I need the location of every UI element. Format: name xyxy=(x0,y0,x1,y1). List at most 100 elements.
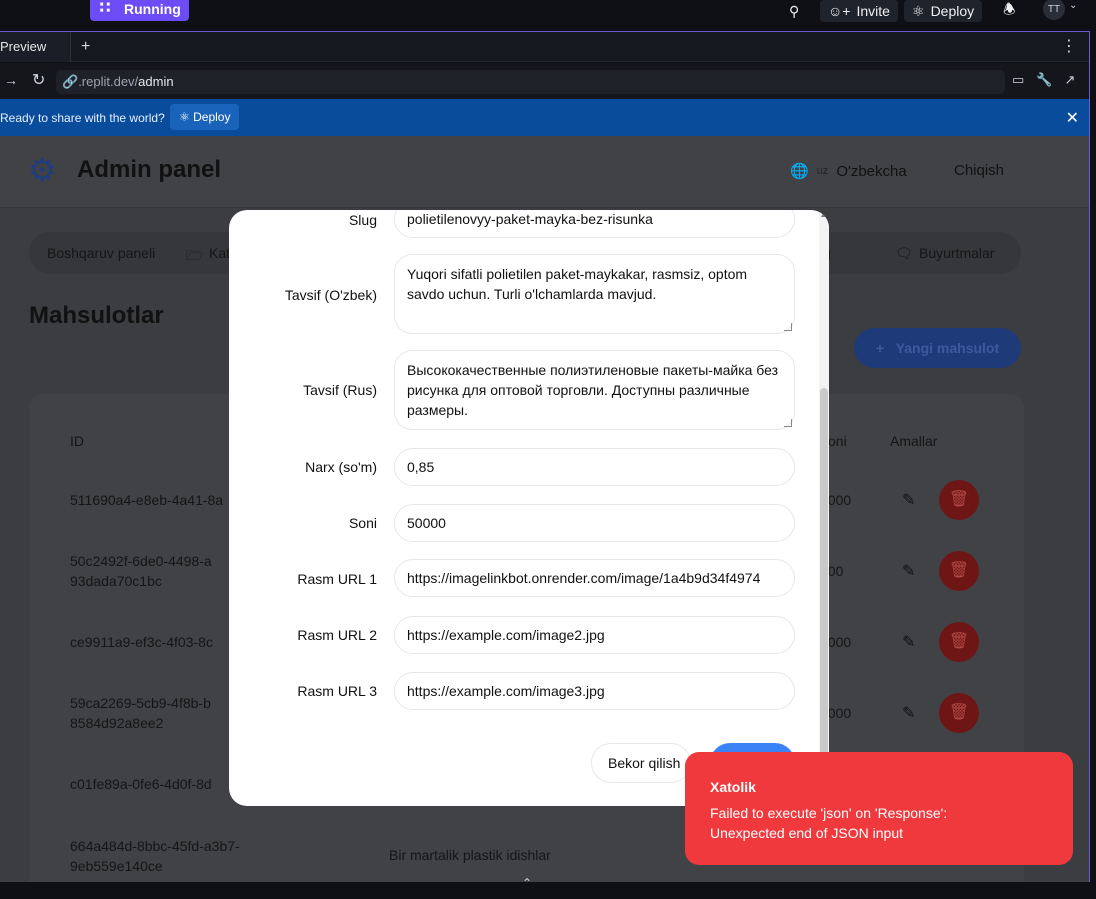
scroll-up-icon[interactable] xyxy=(821,212,827,217)
image2-label: Rasm URL 2 xyxy=(297,627,377,643)
url-input[interactable]: 🔗.replit.dev/admin xyxy=(56,70,1005,94)
image3-input[interactable]: https://example.com/image3.jpg xyxy=(394,672,795,710)
chevron-up-icon[interactable]: ⌃ xyxy=(522,876,532,890)
invite-button[interactable]: ☺+ Invite xyxy=(820,0,898,22)
table-row-name: Bir martalik plastik idishlar xyxy=(389,847,551,863)
banner-deploy-button[interactable]: ⚛ Deploy xyxy=(170,104,240,130)
cancel-button[interactable]: Bekor qilish xyxy=(591,743,691,783)
id-text: 511690a4-e8eb-4a41-8a xyxy=(70,492,224,508)
image1-input[interactable]: https://imagelinkbot.onrender.com/image/… xyxy=(394,559,795,597)
id-text: 50c2492f-6de0-4498-a xyxy=(70,553,212,569)
desc-uz-textarea[interactable]: Yuqori sifatli polietilen paket-maykakar… xyxy=(394,254,795,334)
edit-product-modal: Slug polietilenovyy-paket-mayka-bez-risu… xyxy=(229,210,829,806)
bottom-strip xyxy=(0,882,1096,899)
reload-icon[interactable]: ↻ xyxy=(32,70,45,90)
trash-icon: 🗑 xyxy=(948,491,970,508)
resize-handle-icon[interactable] xyxy=(784,419,792,427)
id-text: 9eb559e140ce xyxy=(70,858,163,874)
modal-form: Slug polietilenovyy-paket-mayka-bez-risu… xyxy=(229,210,819,806)
delete-button[interactable]: 🗑 xyxy=(939,693,979,733)
folder-icon: 🗁 xyxy=(186,247,204,263)
nav-orders[interactable]: Buyurtmalar xyxy=(919,245,994,261)
stock-label: Soni xyxy=(348,515,377,531)
logout-link[interactable]: Chiqish xyxy=(954,162,1004,179)
new-product-button[interactable]: + Yangi mahsulot xyxy=(854,328,1021,368)
user-avatar[interactable]: TT xyxy=(1043,0,1065,20)
delete-button[interactable]: 🗑 xyxy=(939,622,979,662)
url-host: .replit.dev/ xyxy=(78,74,139,89)
url-path: admin xyxy=(138,74,174,89)
chevron-down-icon[interactable]: ⌄ xyxy=(1069,0,1077,11)
tab-menu-icon[interactable]: ⋮ xyxy=(1061,32,1077,62)
share-banner: Ready to share with the world? ⚛ Deploy … xyxy=(0,99,1089,136)
modal-scrollbar[interactable] xyxy=(819,210,829,806)
scrollbar-thumb[interactable] xyxy=(820,388,828,806)
trash-icon: 🗑 xyxy=(948,704,970,721)
notifications-button[interactable]: 🕭 xyxy=(1003,0,1016,22)
slug-input[interactable]: polietilenovyy-paket-mayka-bez-risunka xyxy=(394,210,795,238)
replit-grid-icon: ∷ xyxy=(99,0,111,17)
edit-icon[interactable]: ✎ xyxy=(902,561,915,581)
search-button[interactable]: ⚲ xyxy=(789,0,799,22)
stock-input[interactable]: 50000 xyxy=(394,504,795,542)
delete-button[interactable]: 🗑 xyxy=(939,551,979,591)
trash-icon: 🗑 xyxy=(948,562,970,579)
close-icon[interactable]: ✕ xyxy=(1066,108,1079,128)
lang-code: uz xyxy=(816,165,829,177)
plus-icon: + xyxy=(875,340,896,356)
deploy-icon: ⚛ xyxy=(179,110,190,124)
url-bar-row: → ↻ 🔗.replit.dev/admin ▭ 🔧 ↗ xyxy=(0,63,1089,99)
add-user-icon: ☺+ xyxy=(828,3,851,19)
tab-row: Preview + ⋮ xyxy=(0,32,1089,62)
lang-label: O'zbekcha xyxy=(836,162,907,180)
new-tab-button[interactable]: + xyxy=(81,32,90,62)
app-header: ⚙ Admin panel 🌐 uz O'zbekcha Chiqish xyxy=(0,136,1089,208)
deploy-button[interactable]: ⚛ Deploy xyxy=(904,0,983,22)
id-text: ce9911a9-ef3c-4f03-8c xyxy=(70,634,213,650)
desc-uz-label: Tavsif (O'zbek) xyxy=(284,287,377,303)
wrench-icon[interactable]: 🔧 xyxy=(1036,72,1052,88)
edit-icon[interactable]: ✎ xyxy=(902,632,915,652)
chat-icon: 🗨 xyxy=(895,245,913,261)
desc-ru-label: Tavsif (Rus) xyxy=(303,382,377,398)
share-banner-text: Ready to share with the world? xyxy=(0,111,165,125)
globe-icon: 🌐 xyxy=(790,163,809,180)
invite-label: Invite xyxy=(856,3,890,19)
table-row-id: c01fe89a-0fe6-4d0f-8d xyxy=(70,774,212,794)
language-switcher[interactable]: 🌐 uz O'zbekcha xyxy=(790,162,907,181)
url-tools: ▭ 🔧 ↗ xyxy=(1012,72,1075,88)
delete-button[interactable]: 🗑 xyxy=(939,480,979,520)
edit-icon[interactable]: ✎ xyxy=(902,490,915,510)
run-status-label: Running xyxy=(124,0,181,17)
external-link-icon[interactable]: ↗ xyxy=(1064,72,1075,88)
devices-icon[interactable]: ▭ xyxy=(1012,72,1024,88)
table-row-id: 59ca2269-5cb9-4f8b-b 8584d92a8ee2 xyxy=(70,693,211,733)
nav-dashboard[interactable]: Boshqaruv paneli xyxy=(47,245,155,261)
new-product-label: Yangi mahsulot xyxy=(895,340,1000,356)
ide-top-bar: ∷ Running ⚲ ☺+ Invite ⚛ Deploy 🕭 TT ⌄ xyxy=(0,0,1096,31)
desc-ru-text: Высококачественные полиэтиленовые пакеты… xyxy=(407,362,779,418)
image2-input[interactable]: https://example.com/image2.jpg xyxy=(394,616,795,654)
edit-icon[interactable]: ✎ xyxy=(902,703,915,723)
id-text: 93dada70c1bc xyxy=(70,573,162,589)
run-status-button[interactable]: ∷ Running xyxy=(90,0,189,21)
column-header-stock: oni xyxy=(828,433,847,449)
toast-message: Failed to execute 'json' on 'Response': … xyxy=(710,805,948,841)
gear-icon: ⚙ xyxy=(28,152,57,188)
search-icon: ⚲ xyxy=(789,2,800,19)
deploy-icon: ⚛ xyxy=(912,2,925,19)
desc-ru-textarea[interactable]: Высококачественные полиэтиленовые пакеты… xyxy=(394,350,795,430)
table-row-id: 511690a4-e8eb-4a41-8a xyxy=(70,490,223,510)
price-label: Narx (so'm) xyxy=(305,459,377,475)
id-text: c01fe89a-0fe6-4d0f-8d xyxy=(70,776,212,792)
id-text: 664a484d-8bbc-45fd-a3b7- xyxy=(70,838,240,854)
tab-preview[interactable]: Preview xyxy=(0,32,71,62)
desc-uz-text: Yuqori sifatli polietilen paket-maykakar… xyxy=(407,266,748,302)
forward-arrow-icon[interactable]: → xyxy=(4,72,18,88)
column-header-actions: Amallar xyxy=(890,433,938,449)
table-row-id: 50c2492f-6de0-4498-a 93dada70c1bc xyxy=(70,551,212,591)
banner-deploy-label: Deploy xyxy=(193,110,231,124)
resize-handle-icon[interactable] xyxy=(784,323,792,331)
nav-categories[interactable]: Kat xyxy=(209,245,230,261)
price-input[interactable]: 0,85 xyxy=(394,448,795,486)
